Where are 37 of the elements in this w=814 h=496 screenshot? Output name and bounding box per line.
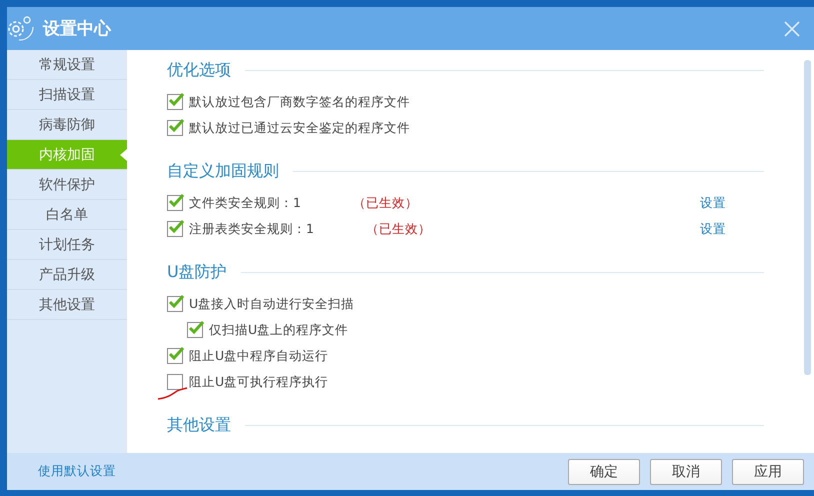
scrollbar-thumb[interactable]: [804, 60, 811, 375]
sidebar-item[interactable]: 常规设置: [7, 50, 127, 80]
sidebar-item[interactable]: 白名单: [7, 200, 127, 230]
sidebar-item[interactable]: 扫描设置: [7, 80, 127, 110]
dialog-button[interactable]: 确定: [568, 458, 640, 484]
checkbox[interactable]: [167, 221, 183, 237]
sidebar-item[interactable]: 产品升级: [7, 260, 127, 290]
dialog-button[interactable]: 取消: [650, 458, 722, 484]
window-title: 设置中心: [43, 18, 111, 40]
option-label: 阻止U盘中程序自动运行: [189, 348, 328, 364]
checkbox[interactable]: [167, 348, 183, 364]
option-label: U盘接入时自动进行安全扫描: [189, 296, 354, 312]
status-text: （已生效）: [366, 220, 431, 238]
section-heading: 自定义加固规则: [167, 161, 279, 182]
checkbox[interactable]: [167, 120, 183, 136]
checkbox[interactable]: [167, 94, 183, 110]
settings-link[interactable]: 设置: [700, 194, 726, 212]
sidebar-item[interactable]: 计划任务: [7, 230, 127, 260]
option-label: 默认放过包含厂商数字签名的程序文件: [189, 94, 410, 110]
checkbox[interactable]: [167, 374, 183, 390]
checkbox[interactable]: [167, 296, 183, 312]
checkbox[interactable]: [187, 322, 203, 338]
section-heading: 优化选项: [167, 60, 231, 81]
checkbox[interactable]: [167, 195, 183, 211]
sidebar-item[interactable]: 其他设置: [7, 290, 127, 320]
option-label: 阻止U盘可执行程序执行: [189, 374, 328, 390]
dialog-button[interactable]: 应用: [732, 458, 804, 484]
settings-link[interactable]: 设置: [700, 220, 726, 238]
default-settings-link[interactable]: 使用默认设置: [38, 463, 116, 480]
rule-label: 文件类安全规则：1: [189, 194, 301, 212]
sidebar-item[interactable]: 软件保护: [7, 170, 127, 200]
section-heading: 其他设置: [167, 415, 231, 436]
option-label: 仅扫描U盘上的程序文件: [209, 322, 348, 338]
status-text: （已生效）: [352, 194, 418, 212]
rule-label: 注册表类安全规则：1: [189, 220, 314, 238]
option-label: 默认放过已通过云安全鉴定的程序文件: [189, 120, 410, 136]
section-heading: U盘防护: [167, 262, 227, 283]
